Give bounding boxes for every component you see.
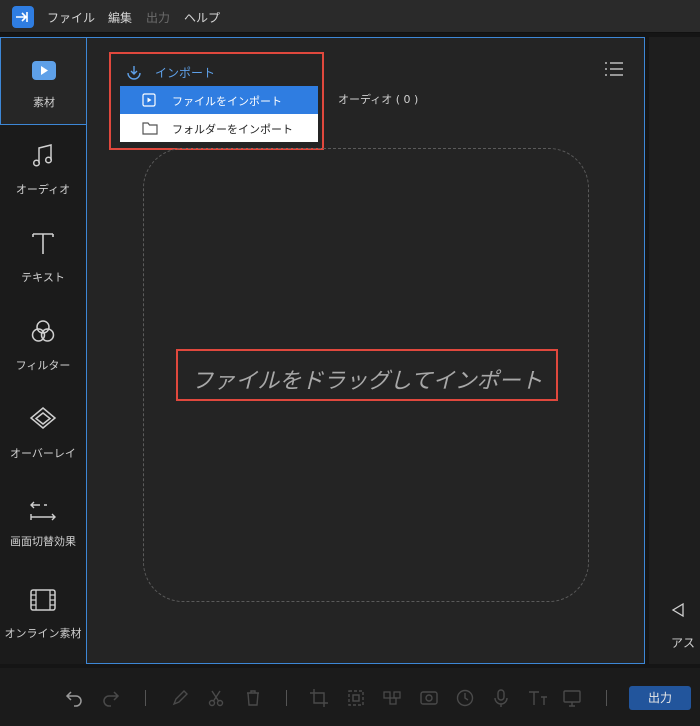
sidebar-item-label: 素材 — [33, 96, 55, 109]
menu-edit[interactable]: 編集 — [108, 9, 132, 26]
pen-icon — [172, 690, 188, 706]
sidebar-item-audio[interactable]: オーディオ — [0, 125, 86, 213]
import-file-menu-item[interactable]: ファイルをインポート — [120, 86, 318, 114]
toolbar-divider — [286, 690, 287, 706]
sidebar-item-overlay[interactable]: オーバーレイ — [0, 389, 86, 477]
filter-icon — [31, 320, 55, 342]
import-highlight-box: インポート ファイルをインポート フォルダーをインポート — [109, 52, 324, 150]
import-icon — [127, 66, 141, 80]
import-folder-menu-item[interactable]: フォルダーをインポート — [120, 114, 318, 142]
sidebar-item-online[interactable]: オンライン素材 — [0, 565, 86, 653]
music-note-icon — [32, 144, 53, 167]
film-icon — [30, 589, 56, 611]
import-dropdown-menu: ファイルをインポート フォルダーをインポート — [120, 86, 318, 142]
sidebar-item-media[interactable]: 素材 — [0, 37, 87, 125]
sidebar-item-label: テキスト — [21, 271, 65, 284]
import-label: インポート — [155, 66, 216, 80]
mosaic-icon — [383, 691, 401, 705]
speed-icon — [456, 689, 474, 707]
sidebar-item-label: フィルター — [15, 359, 71, 372]
sidebar-item-transition[interactable]: 画面切替効果 — [0, 477, 86, 565]
menu-help[interactable]: ヘルプ — [184, 9, 220, 26]
menu-export: 出力 — [146, 11, 171, 25]
delete-icon — [247, 690, 259, 706]
play-file-icon — [142, 93, 156, 107]
preview-panel: アス — [649, 37, 700, 664]
fit-icon — [348, 690, 364, 706]
voice-icon — [494, 689, 508, 707]
screen-icon — [563, 690, 581, 707]
menu-file[interactable]: ファイル — [47, 9, 95, 26]
toolbar-divider — [145, 690, 146, 706]
redo-icon — [103, 691, 120, 707]
sidebar-item-text[interactable]: テキスト — [0, 213, 86, 301]
media-icon — [32, 61, 56, 80]
list-view-icon[interactable] — [604, 61, 624, 77]
drop-zone[interactable]: ファイルをドラッグしてインポート — [143, 148, 589, 602]
sidebar-item-filter[interactable]: フィルター — [0, 301, 86, 389]
bottom-toolbar: 出力 — [0, 668, 700, 726]
app-logo-icon[interactable] — [12, 6, 34, 28]
import-file-label: ファイルをインポート — [172, 95, 282, 108]
crop-icon — [310, 689, 328, 707]
tab-audio[interactable]: オーディオ ( 0 ) — [338, 91, 418, 107]
cut-icon — [208, 690, 224, 707]
sidebar-item-label: オンライン素材 — [4, 627, 82, 640]
aspect-label: アス — [671, 636, 696, 650]
text-icon — [32, 233, 54, 254]
toolbar-divider — [606, 690, 607, 706]
sidebar-item-label: オーディオ — [15, 183, 71, 196]
menu-bar: ファイル 編集 出力 ヘルプ — [0, 0, 700, 33]
drop-hint-text: ファイルをドラッグしてインポート — [191, 369, 543, 394]
sidebar: 素材 オーディオ テキスト フィルター オーバーレイ 画面切替効果 オンライン素… — [0, 37, 87, 664]
overlay-icon — [29, 407, 57, 429]
export-button[interactable]: 出力 — [629, 686, 691, 710]
drop-hint-box: ファイルをドラッグしてインポート — [176, 349, 558, 401]
undo-icon[interactable] — [64, 688, 84, 708]
tts-icon — [529, 691, 547, 705]
sidebar-item-label: 画面切替効果 — [10, 535, 76, 548]
snapshot-icon — [420, 691, 438, 705]
play-back-icon[interactable] — [670, 602, 686, 618]
folder-icon — [142, 122, 158, 135]
transition-icon — [30, 501, 56, 521]
media-panel: インポート ファイルをインポート フォルダーをインポート オーディオ ( 0 )… — [86, 37, 645, 664]
import-folder-label: フォルダーをインポート — [172, 123, 293, 136]
sidebar-item-label: オーバーレイ — [10, 447, 76, 460]
